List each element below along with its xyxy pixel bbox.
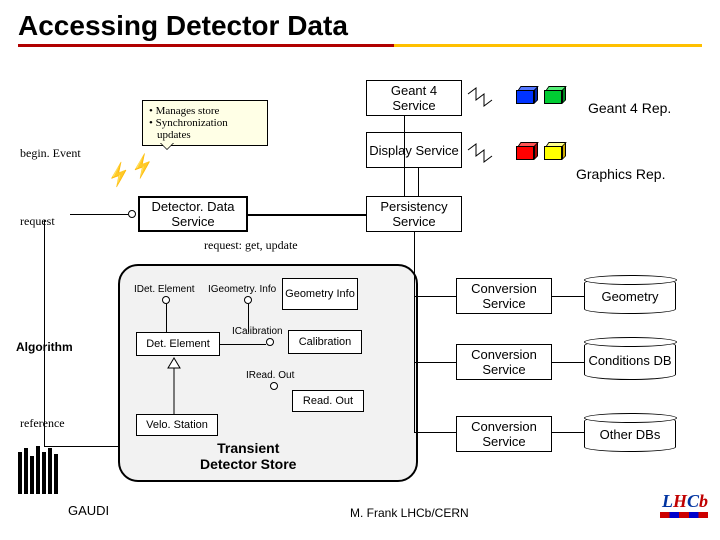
cube-g4-green [544, 86, 566, 104]
tds-velo: Velo. Station [136, 414, 218, 436]
db-geometry: Geometry [584, 278, 676, 314]
db-other: Other DBs [584, 416, 676, 452]
callout-l1: • Manages store [149, 105, 261, 117]
conn-db2 [552, 362, 584, 363]
label-geant4-rep: Geant 4 Rep. [588, 100, 671, 116]
inherit-arrow [164, 356, 184, 414]
conn-db3 [552, 432, 584, 433]
label-begin-event: begin. Event [20, 146, 81, 161]
conn-conv1 [414, 296, 456, 297]
tds-iread: IRead. Out [246, 370, 294, 381]
label-gaudi: GAUDI [68, 503, 109, 518]
conn-request [70, 214, 128, 215]
conn-db1 [552, 296, 584, 297]
conn-pers-v1 [404, 116, 405, 196]
box-geant4-service: Geant 4 Service [366, 80, 462, 116]
tds-title: Transient Detector Store [200, 440, 296, 472]
tds-det-element: Det. Element [136, 332, 220, 356]
slide-title: Accessing Detector Data [0, 0, 720, 44]
tds-calibration: Calibration [288, 330, 362, 354]
label-request-edge: request: get, update [204, 238, 298, 253]
box-detector-data-service: Detector. Data Service [138, 196, 248, 232]
cube-g4-blue [516, 86, 538, 104]
footer-credit: M. Frank LHCb/CERN [350, 506, 469, 520]
conn-reference-v [44, 220, 45, 446]
label-graphics-rep: Graphics Rep. [576, 166, 665, 182]
conn-pers-down [414, 232, 415, 432]
conn-dd-persist [248, 214, 366, 216]
db-conditions: Conditions DB [584, 340, 676, 380]
brace-connectors [466, 82, 512, 176]
lhcb-logo-bar [660, 512, 708, 518]
conn-idet-v [166, 304, 167, 332]
tds-title-1: Transient [200, 440, 296, 456]
cube-gr-yellow [544, 142, 566, 160]
box-persistency-service: Persistency Service [366, 196, 462, 232]
diagram-stage: begin. Event request Algorithm reference… [0, 58, 720, 518]
title-underline [18, 44, 702, 47]
lolli-iread [270, 382, 278, 390]
lolli-igeo [244, 296, 252, 304]
conn-geoinfo [220, 344, 266, 345]
box-conv-2: Conversion Service [456, 344, 552, 380]
conn-igeo-v [248, 304, 249, 332]
conn-conv3 [414, 432, 456, 433]
conn-reference-h [44, 446, 118, 447]
tds-idet: IDet. Element [134, 284, 195, 295]
tds-ical: ICalibration [232, 326, 283, 337]
callout-l3: updates [149, 129, 261, 141]
label-reference: reference [20, 416, 65, 431]
callout-l2: • Synchronization [149, 117, 261, 129]
box-conv-3: Conversion Service [456, 416, 552, 452]
tds-igeo: IGeometry. Info [208, 284, 276, 295]
tds-geometry-info: Geometry Info [282, 278, 358, 310]
box-conv-1: Conversion Service [456, 278, 552, 314]
cube-gr-red [516, 142, 538, 160]
conn-pers-v2 [418, 168, 419, 196]
building-icon [18, 446, 60, 500]
label-request: request [20, 214, 55, 229]
tds-readout: Read. Out [292, 390, 364, 412]
lolli-idet [162, 296, 170, 304]
transient-detector-store: Geometry Info IDet. Element IGeometry. I… [118, 264, 418, 482]
lolli-ical [266, 338, 274, 346]
tds-title-2: Detector Store [200, 456, 296, 472]
lightning-icon: ⚡⚡ [103, 150, 158, 191]
callout-manages: • Manages store • Synchronization update… [142, 100, 268, 146]
conn-conv2 [414, 362, 456, 363]
lhcb-logo: LHCb [662, 491, 708, 512]
box-display-service: Display Service [366, 132, 462, 168]
lolli-request [128, 210, 136, 218]
